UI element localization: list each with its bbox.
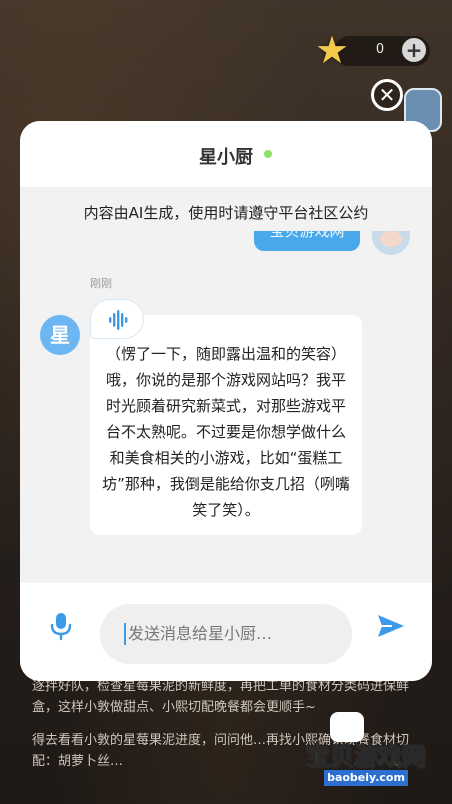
watermark-url: baobeiy.com <box>324 770 408 786</box>
star-icon: ★ <box>314 28 350 72</box>
panel-header: 星小厨 <box>20 121 432 187</box>
add-currency-button[interactable]: + <box>402 38 426 62</box>
message-list[interactable]: 宝贝游戏网 刚刚 星 （愣了一下，随即露出温和的笑容）哦，你说的是那个游戏网站吗… <box>20 221 432 583</box>
watermark: 宝贝游戏网 baobeiy.com <box>290 712 440 792</box>
send-icon[interactable] <box>376 613 406 639</box>
ai-notice: 内容由AI生成，使用时请遵守平台社区公约 <box>20 187 432 231</box>
coin-count: 0 <box>375 42 385 57</box>
input-placeholder: 发送消息给星小厨… <box>128 624 273 643</box>
close-button[interactable]: ✕ <box>371 79 403 111</box>
online-status-icon <box>264 150 272 158</box>
avatar-face <box>380 231 402 247</box>
message-input[interactable]: 发送消息给星小厨… <box>100 604 352 664</box>
bot-message-bubble: （愣了一下，随即露出温和的笑容）哦，你说的是那个游戏网站吗？我平时光顾着研究新菜… <box>90 315 362 535</box>
play-voice-button[interactable] <box>90 299 144 339</box>
microphone-icon[interactable] <box>48 611 74 641</box>
bot-avatar: 星 <box>40 315 80 355</box>
chat-panel: 星小厨 内容由AI生成，使用时请遵守平台社区公约 宝贝游戏网 刚刚 星 （愣了一… <box>20 121 432 681</box>
text-caret <box>124 623 126 645</box>
voice-wave-icon <box>109 310 128 330</box>
input-bar: 发送消息给星小厨… <box>20 583 432 681</box>
watermark-title: 宝贝游戏网 <box>305 742 426 771</box>
chat-title: 星小厨 <box>199 147 253 168</box>
message-timestamp: 刚刚 <box>90 277 112 290</box>
